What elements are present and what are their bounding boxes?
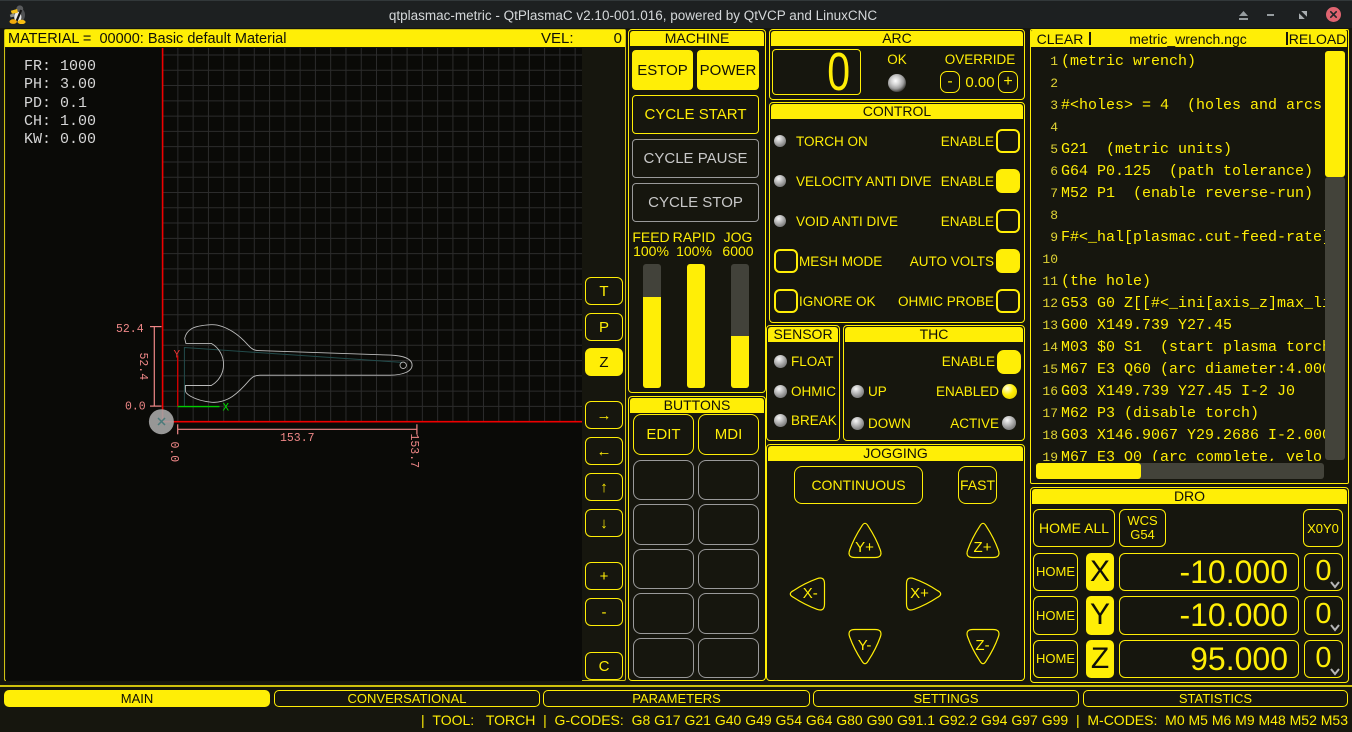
svg-text:153.7: 153.7 [407, 434, 420, 469]
svg-text:52.4: 52.4 [136, 353, 149, 381]
svg-text:0.0: 0.0 [125, 401, 146, 414]
svg-text:153.7: 153.7 [280, 432, 315, 445]
svg-text:52.4: 52.4 [116, 323, 144, 336]
svg-text:Y: Y [174, 350, 181, 362]
svg-text:0.0: 0.0 [167, 442, 180, 463]
svg-text:X: X [223, 403, 230, 415]
